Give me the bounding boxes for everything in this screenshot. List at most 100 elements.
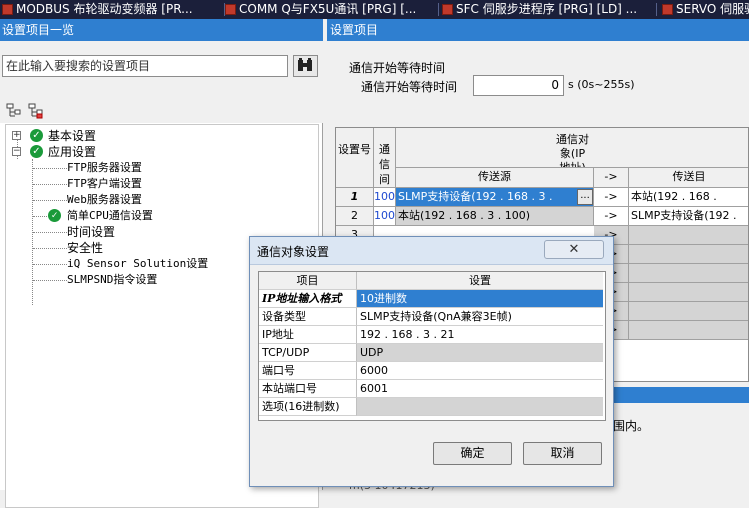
- col-header-source: 传送源: [396, 168, 594, 188]
- tree-item-iq-sensor[interactable]: iQ Sensor Solution设置: [67, 256, 208, 272]
- row-number: 1: [336, 188, 374, 207]
- communication-target-dialog: 通信对象设置 ✕ 项目 设置 IP地址输入格式 10进制数 设备类型 SLMP支…: [249, 236, 614, 487]
- row-value[interactable]: 192 . 168 . 3 . 21: [357, 326, 603, 344]
- expand-plus-icon[interactable]: +: [12, 131, 21, 140]
- destination-cell[interactable]: [629, 283, 748, 302]
- tab-label: SFC 伺服步进程序 [PRG] [LD] ...: [456, 2, 638, 16]
- tree-line: [33, 184, 67, 185]
- dialog-row[interactable]: TCP/UDP UDP: [259, 344, 605, 362]
- tree-line: [33, 200, 67, 201]
- collapse-minus-icon[interactable]: −: [12, 147, 21, 156]
- document-tab-bar: MODBUS 布轮驱动变频器 [PR... COMM Q与FX5U通讯 [PRG…: [0, 0, 749, 19]
- program-icon: [225, 4, 236, 15]
- destination-cell[interactable]: 本站(192 . 168 .: [629, 188, 748, 207]
- tree-line: [33, 280, 67, 281]
- tab-label: MODBUS 布轮驱动变频器 [PR...: [16, 2, 193, 16]
- tree-item-label: iQ Sensor Solution设置: [67, 257, 209, 270]
- check-icon: ✓: [30, 145, 43, 158]
- dialog-row[interactable]: 选项(16进制数): [259, 398, 605, 416]
- tree-item-label: SLMPSND指令设置: [67, 273, 158, 286]
- tree-line: [33, 216, 47, 217]
- check-icon: ✓: [30, 129, 43, 142]
- tab-modbus[interactable]: MODBUS 布轮驱动变频器 [PR...: [0, 0, 224, 19]
- browse-button[interactable]: ...: [577, 189, 593, 205]
- tab-sfc[interactable]: SFC 伺服步进程序 [PRG] [LD] ...: [440, 0, 652, 19]
- collapse-tree-icon[interactable]: [28, 103, 44, 119]
- cancel-button[interactable]: 取消: [523, 442, 602, 465]
- destination-cell[interactable]: [629, 245, 748, 264]
- header-item: 项目: [259, 272, 357, 290]
- program-icon: [662, 4, 673, 15]
- dialog-row[interactable]: 本站端口号 6001: [259, 380, 605, 398]
- expand-tree-icon[interactable]: [6, 103, 22, 119]
- source-cell[interactable]: 本站(192 . 168 . 3 . 100): [396, 207, 594, 226]
- tree-item-label: 简单CPU通信设置: [67, 209, 153, 222]
- dialog-row[interactable]: 设备类型 SLMP支持设备(QnA兼容3E帧): [259, 308, 605, 326]
- settings-list-title: 设置项目一览: [0, 19, 323, 41]
- row-number: 2: [336, 207, 374, 226]
- col-header-interval: 通信间隔: [374, 128, 396, 188]
- tree-line: [33, 168, 67, 169]
- destination-cell[interactable]: [629, 264, 748, 283]
- tree-toolbar: [0, 99, 323, 123]
- wait-time-group-label: 通信开始等待时间: [349, 61, 446, 75]
- tree-item-label: 基本设置: [48, 129, 97, 143]
- row-value[interactable]: 6001: [357, 380, 603, 398]
- explanation-text: 围内。: [613, 419, 650, 433]
- search-button[interactable]: [293, 55, 318, 77]
- destination-cell[interactable]: [629, 321, 748, 340]
- dialog-row[interactable]: IP地址输入格式 10进制数: [259, 290, 605, 308]
- source-cell[interactable]: SLMP支持设备(192 . 168 . 3 .: [396, 188, 594, 207]
- tab-label: COMM Q与FX5U通讯 [PRG] [...: [239, 2, 417, 16]
- close-icon: ✕: [568, 242, 580, 257]
- row-item: 设备类型: [259, 308, 357, 326]
- dialog-close-button[interactable]: ✕: [544, 240, 604, 259]
- tree-item-slmpsnd[interactable]: SLMPSND指令设置: [67, 272, 157, 288]
- tab-comm[interactable]: COMM Q与FX5U通讯 [PRG] [...: [223, 0, 438, 19]
- search-input[interactable]: 在此输入要搜索的设置项目: [2, 55, 288, 77]
- row-value[interactable]: SLMP支持设备(QnA兼容3E帧): [357, 308, 603, 326]
- tree-item-label: FTP客户端设置: [67, 177, 142, 190]
- tree-item-time-settings[interactable]: 时间设置: [67, 224, 115, 240]
- destination-cell[interactable]: [629, 226, 748, 245]
- tree-item-label: 安全性: [67, 241, 104, 255]
- tree-item-label: 时间设置: [67, 225, 116, 239]
- tree-item-label: 应用设置: [48, 145, 97, 159]
- tree-item-web-server[interactable]: Web服务器设置: [67, 192, 142, 208]
- dialog-row[interactable]: IP地址 192 . 168 . 3 . 21: [259, 326, 605, 344]
- destination-cell[interactable]: SLMP支持设备(192 .: [629, 207, 748, 226]
- row-value[interactable]: 6000: [357, 362, 603, 380]
- col-header-arrow: ->: [594, 168, 629, 188]
- tree-line: [33, 248, 67, 249]
- interval-cell[interactable]: 100: [374, 188, 396, 207]
- ok-button[interactable]: 确定: [433, 442, 512, 465]
- wait-time-label: 通信开始等待时间: [361, 80, 458, 94]
- col-header-setting-no: 设置号: [336, 128, 374, 188]
- tree-line: [33, 264, 67, 265]
- tree-item-security[interactable]: 安全性: [67, 240, 103, 256]
- tab-divider: [438, 3, 439, 16]
- wait-time-input[interactable]: 0: [473, 75, 564, 96]
- row-item: TCP/UDP: [259, 344, 357, 362]
- tab-servo[interactable]: SERVO 伺服验: [660, 0, 749, 19]
- tree-line: [33, 232, 67, 233]
- program-icon: [2, 4, 13, 15]
- col-header-target: 通信对象(IP地址): [396, 128, 748, 168]
- tree-item-ftp-client[interactable]: FTP客户端设置: [67, 176, 142, 192]
- row-item: 本站端口号: [259, 380, 357, 398]
- header-setting: 设置: [357, 272, 603, 290]
- row-item: 选项(16进制数): [259, 398, 357, 416]
- destination-cell[interactable]: [629, 302, 748, 321]
- arrow-cell: ->: [594, 207, 629, 226]
- tree-item-ftp-server[interactable]: FTP服务器设置: [67, 160, 142, 176]
- program-icon: [442, 4, 453, 15]
- dialog-table-header: 项目 设置: [259, 272, 605, 290]
- dialog-title: 通信对象设置: [257, 245, 330, 259]
- interval-cell[interactable]: 100: [374, 207, 396, 226]
- tree-item-label: Web服务器设置: [67, 193, 142, 206]
- binoculars-icon: [298, 58, 312, 71]
- dialog-row[interactable]: 端口号 6000: [259, 362, 605, 380]
- row-value[interactable]: 10进制数: [357, 290, 603, 308]
- settings-detail-title: 设置项目: [327, 19, 749, 41]
- row-item: 端口号: [259, 362, 357, 380]
